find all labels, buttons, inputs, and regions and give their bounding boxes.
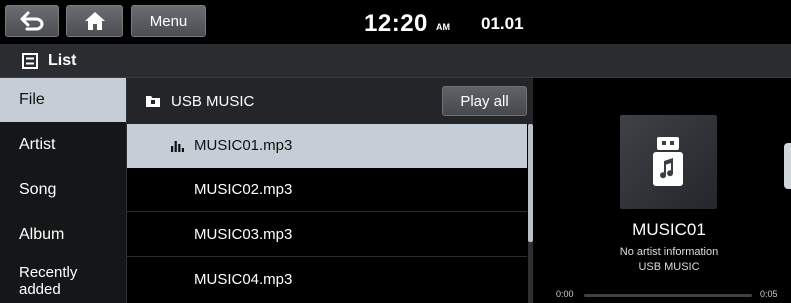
folder-name: USB MUSIC — [171, 93, 255, 110]
category-file[interactable]: File — [0, 78, 126, 122]
elapsed-time: 0:00 — [556, 289, 574, 299]
now-playing-panel: MUSIC01 No artist information USB MUSIC … — [534, 78, 791, 303]
file-row[interactable]: MUSIC04.mp3 — [127, 258, 527, 302]
progress-bar[interactable] — [584, 294, 752, 297]
clock-ampm: AM — [436, 22, 450, 32]
file-name: MUSIC02.mp3 — [194, 181, 293, 198]
menu-button[interactable]: Menu — [131, 5, 206, 37]
album-art — [620, 115, 717, 209]
clock-time: 12:20 — [364, 10, 428, 37]
file-row[interactable]: MUSIC01.mp3 — [127, 124, 527, 168]
home-icon — [84, 12, 105, 30]
category-list: File Artist Song Album Recently added — [0, 78, 126, 303]
home-button[interactable] — [66, 5, 123, 37]
category-album[interactable]: Album — [0, 213, 126, 257]
top-bar: Menu 12:20 AM 01.01 — [0, 0, 791, 44]
file-list-scrollbar[interactable] — [528, 124, 533, 303]
list-header: List — [0, 44, 791, 78]
track-title: MUSIC01 — [632, 220, 706, 239]
list-title: List — [48, 52, 77, 69]
category-artist[interactable]: Artist — [0, 123, 126, 167]
file-row[interactable]: MUSIC03.mp3 — [127, 213, 527, 257]
folder-bar: USB MUSIC Play all — [127, 78, 533, 124]
equalizer-icon — [171, 141, 184, 152]
file-list-panel: USB MUSIC Play all MUSIC01.mp3 MUSIC02.m… — [126, 78, 533, 303]
usb-music-icon — [653, 137, 683, 186]
category-recently-added[interactable]: Recently added — [0, 257, 100, 303]
side-panel-handle[interactable] — [784, 143, 791, 189]
file-name: MUSIC01.mp3 — [194, 137, 293, 154]
list-icon — [22, 53, 38, 69]
usb-folder-icon — [146, 96, 160, 107]
total-time: 0:05 — [760, 289, 778, 299]
track-source: USB MUSIC — [638, 261, 700, 273]
play-all-button[interactable]: Play all — [442, 86, 527, 116]
back-arrow-icon — [20, 11, 44, 31]
track-artist: No artist information — [619, 246, 719, 258]
file-name: MUSIC03.mp3 — [194, 226, 293, 243]
file-name: MUSIC04.mp3 — [194, 271, 293, 288]
back-button[interactable] — [5, 5, 59, 37]
date: 01.01 — [481, 14, 524, 33]
file-row[interactable]: MUSIC02.mp3 — [127, 168, 527, 212]
category-song[interactable]: Song — [0, 168, 126, 212]
scrollbar-thumb[interactable] — [528, 124, 533, 242]
